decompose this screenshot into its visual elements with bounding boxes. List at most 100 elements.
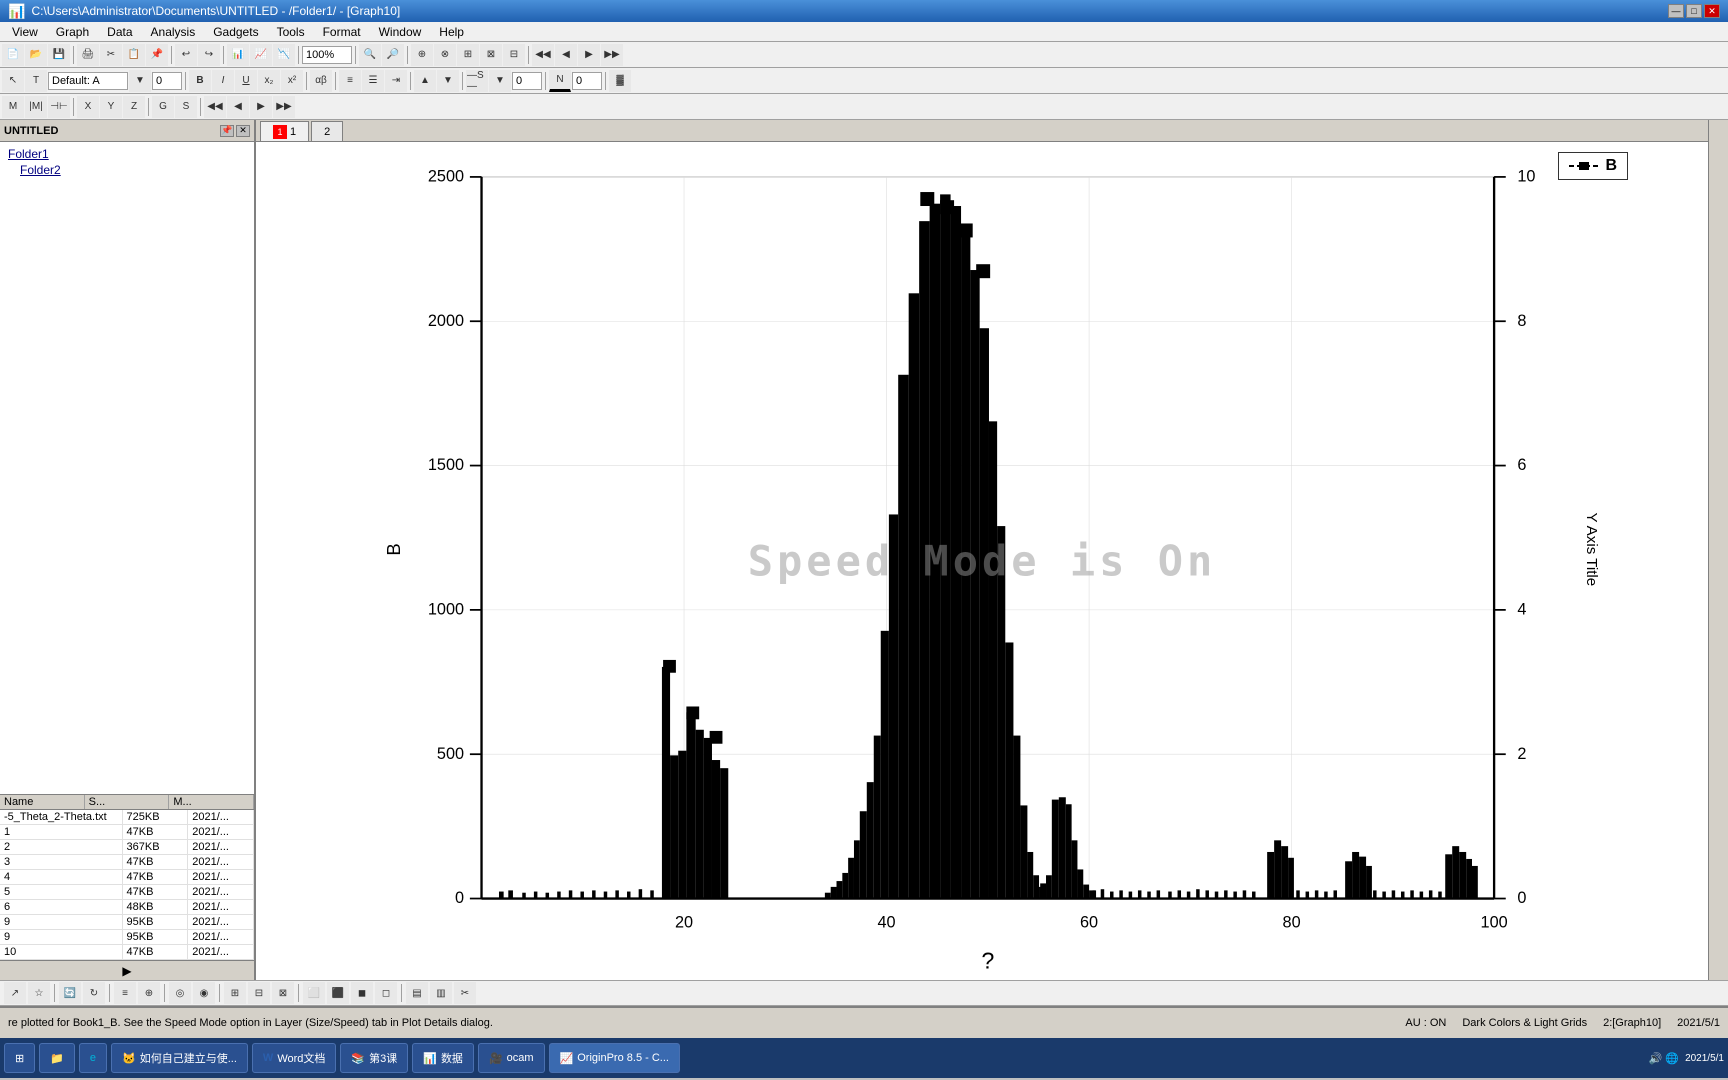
bt-btn6[interactable]: ⊕ xyxy=(138,982,160,1004)
menu-window[interactable]: Window xyxy=(371,23,430,41)
taskbar-edge[interactable]: e xyxy=(79,1043,107,1073)
bt-btn10[interactable]: ⊟ xyxy=(248,982,270,1004)
col-date[interactable]: M... xyxy=(169,795,254,809)
cursor-btn[interactable]: ↖ xyxy=(2,70,24,92)
tree-item-folder1[interactable]: Folder1 xyxy=(4,146,250,162)
y-btn[interactable]: Y xyxy=(100,96,122,118)
bt-btn17[interactable]: ▥ xyxy=(430,982,452,1004)
graph-tab-1[interactable]: 1 1 xyxy=(260,121,309,141)
graph-container[interactable]: Speed Mode is On B xyxy=(256,142,1708,980)
bt-btn8[interactable]: ◉ xyxy=(193,982,215,1004)
bt-btn13[interactable]: ⬛ xyxy=(327,982,349,1004)
z-btn[interactable]: Z xyxy=(123,96,145,118)
panel-pin-btn[interactable]: 📌 xyxy=(220,125,234,137)
alpha-btn[interactable]: αβ xyxy=(310,70,332,92)
zoom-btn1[interactable]: 🔍 xyxy=(359,44,381,66)
taskbar-item-2[interactable]: W Word文档 xyxy=(252,1043,336,1073)
s-btn[interactable]: S xyxy=(175,96,197,118)
dn-arrow-btn[interactable]: ▼ xyxy=(437,70,459,92)
tool-btn1[interactable]: ⊕ xyxy=(411,44,433,66)
tree-item-folder2[interactable]: Folder2 xyxy=(4,162,250,178)
cut-button[interactable]: ✂ xyxy=(100,44,122,66)
menu-help[interactable]: Help xyxy=(431,23,472,41)
menu-format[interactable]: Format xyxy=(315,23,369,41)
indent-btn[interactable]: ⇥ xyxy=(385,70,407,92)
save-button[interactable]: 💾 xyxy=(48,44,70,66)
title-bar-controls[interactable]: — □ ✕ xyxy=(1668,4,1720,18)
nav-btn3[interactable]: ▶ xyxy=(578,44,600,66)
up-arrow-btn[interactable]: ▲ xyxy=(414,70,436,92)
menu-analysis[interactable]: Analysis xyxy=(143,23,204,41)
file-row[interactable]: 10 47KB 2021/... xyxy=(0,945,254,960)
file-row[interactable]: 1 47KB 2021/... xyxy=(0,825,254,840)
taskbar-file-explorer[interactable]: 📁 xyxy=(39,1043,75,1073)
panel-expand-btn[interactable]: ▶ xyxy=(0,960,254,980)
bold-btn[interactable]: B xyxy=(189,70,211,92)
line-btn[interactable]: —S— xyxy=(466,70,488,92)
x-btn[interactable]: X xyxy=(77,96,99,118)
nav-btn2[interactable]: ◀ xyxy=(555,44,577,66)
file-row[interactable]: 5 47KB 2021/... xyxy=(0,885,254,900)
fill-btn[interactable]: ▓ xyxy=(609,70,631,92)
file-row[interactable]: -5_Theta_2-Theta.txt 725KB 2021/... xyxy=(0,810,254,825)
range-btn[interactable]: ⊣⊢ xyxy=(48,96,70,118)
graph-btn3[interactable]: 📉 xyxy=(273,44,295,66)
align-left-btn[interactable]: ≡ xyxy=(339,70,361,92)
new-button[interactable]: 📄 xyxy=(2,44,24,66)
sup-btn[interactable]: x² xyxy=(281,70,303,92)
taskbar-item-4[interactable]: 📊 数据 xyxy=(412,1043,474,1073)
nav-btn4[interactable]: ▶▶ xyxy=(601,44,623,66)
file-row[interactable]: 4 47KB 2021/... xyxy=(0,870,254,885)
taskbar-item-1[interactable]: 🐱 如何自己建立与使... xyxy=(111,1043,248,1073)
bt-btn5[interactable]: ≡ xyxy=(114,982,136,1004)
zoom-btn2[interactable]: 🔎 xyxy=(382,44,404,66)
text-btn[interactable]: T xyxy=(25,70,47,92)
col-size[interactable]: S... xyxy=(85,795,170,809)
bt-btn7[interactable]: ◎ xyxy=(169,982,191,1004)
copy-button[interactable]: 📋 xyxy=(123,44,145,66)
color-n-btn[interactable]: N xyxy=(549,70,571,92)
menu-gadgets[interactable]: Gadgets xyxy=(205,23,266,41)
bt-btn3[interactable]: 🔄 xyxy=(59,982,81,1004)
bt-btn18[interactable]: ✂ xyxy=(454,982,476,1004)
nav-r2-btn[interactable]: ▶▶ xyxy=(273,96,295,118)
bt-btn1[interactable]: ↗ xyxy=(4,982,26,1004)
mask-btn[interactable]: M xyxy=(2,96,24,118)
file-row[interactable]: 9 95KB 2021/... xyxy=(0,915,254,930)
start-button[interactable]: ⊞ xyxy=(4,1043,35,1073)
graph-tab-2[interactable]: 2 xyxy=(311,121,343,141)
open-button[interactable]: 📂 xyxy=(25,44,47,66)
col-name[interactable]: Name xyxy=(0,795,85,809)
file-row[interactable]: 6 48KB 2021/... xyxy=(0,900,254,915)
italic-btn[interactable]: I xyxy=(212,70,234,92)
font-size-btn[interactable]: ▼ xyxy=(129,70,151,92)
panel-close-btn[interactable]: ✕ xyxy=(236,125,250,137)
close-button[interactable]: ✕ xyxy=(1704,4,1720,18)
graph-btn1[interactable]: 📊 xyxy=(227,44,249,66)
font-size-input[interactable] xyxy=(152,72,182,90)
menu-data[interactable]: Data xyxy=(99,23,140,41)
paste-button[interactable]: 📌 xyxy=(146,44,168,66)
bt-btn15[interactable]: ◻ xyxy=(375,982,397,1004)
tool-btn5[interactable]: ⊟ xyxy=(503,44,525,66)
line-size-btn[interactable]: ▼ xyxy=(489,70,511,92)
font-name-input[interactable] xyxy=(48,72,128,90)
bt-btn12[interactable]: ⬜ xyxy=(303,982,325,1004)
underline-btn[interactable]: U xyxy=(235,70,257,92)
file-row[interactable]: 9 95KB 2021/... xyxy=(0,930,254,945)
file-row[interactable]: 3 47KB 2021/... xyxy=(0,855,254,870)
axis-btn[interactable]: |M| xyxy=(25,96,47,118)
legend-box[interactable]: B xyxy=(1558,152,1628,180)
bt-btn4[interactable]: ↻ xyxy=(83,982,105,1004)
undo-button[interactable]: ↩ xyxy=(175,44,197,66)
bt-btn2[interactable]: ☆ xyxy=(28,982,50,1004)
line-size-input[interactable] xyxy=(512,72,542,90)
nav-btn1[interactable]: ◀◀ xyxy=(532,44,554,66)
graph-btn2[interactable]: 📈 xyxy=(250,44,272,66)
g-btn[interactable]: G xyxy=(152,96,174,118)
bt-btn14[interactable]: ◼ xyxy=(351,982,373,1004)
file-row[interactable]: 2 367KB 2021/... xyxy=(0,840,254,855)
bt-btn11[interactable]: ⊠ xyxy=(272,982,294,1004)
menu-graph[interactable]: Graph xyxy=(48,23,97,41)
maximize-button[interactable]: □ xyxy=(1686,4,1702,18)
